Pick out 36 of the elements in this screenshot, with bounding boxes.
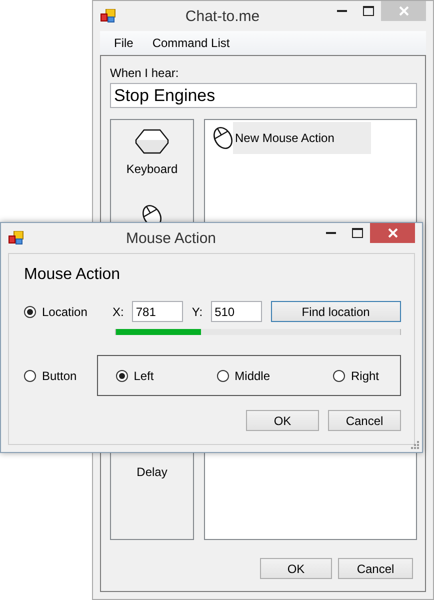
radio-button[interactable]: Left: [116, 368, 154, 382]
y-field[interactable]: 510: [210, 301, 262, 322]
field-label: When I hear:: [110, 66, 180, 80]
cancel-button[interactable]: Cancel: [328, 410, 401, 431]
key-icon: [134, 128, 170, 154]
close-icon: [388, 228, 398, 238]
maximize-icon: [352, 228, 362, 238]
cancel-button[interactable]: Cancel: [338, 558, 413, 579]
app-icon: [100, 9, 116, 23]
app-icon: [8, 231, 24, 245]
menu-item[interactable]: Command List: [152, 36, 230, 50]
tool-label[interactable]: Delay: [136, 465, 168, 479]
list-item[interactable]: New Mouse Action: [233, 122, 371, 154]
phrase-field[interactable]: Stop Engines: [110, 83, 417, 108]
mouse-icon: [213, 126, 233, 150]
tool-label[interactable]: Keyboard: [126, 162, 178, 176]
radio-button[interactable]: Location: [24, 304, 113, 318]
window-title: Chat-to.me: [184, 8, 261, 24]
find-location-button[interactable]: Find location: [270, 301, 401, 322]
window-title: Mouse Action: [124, 230, 218, 246]
x-field[interactable]: 781: [132, 301, 183, 322]
close-icon: [398, 6, 408, 16]
radio-button[interactable]: Button: [24, 368, 97, 382]
y-label: Y:: [192, 304, 203, 318]
maximize-icon: [362, 6, 374, 16]
radio-button[interactable]: Right: [332, 368, 379, 382]
ok-button[interactable]: OK: [246, 410, 319, 431]
menu-item[interactable]: File: [114, 36, 134, 50]
radio-button[interactable]: Middle: [216, 368, 270, 382]
ok-button[interactable]: OK: [260, 558, 332, 579]
dialog-heading: Mouse Action: [24, 266, 120, 284]
minimize-icon: [326, 232, 336, 234]
minimize-icon: [337, 10, 347, 12]
x-label: X:: [112, 304, 124, 318]
resize-grip-icon[interactable]: [411, 441, 419, 449]
close-button[interactable]: [370, 223, 415, 243]
